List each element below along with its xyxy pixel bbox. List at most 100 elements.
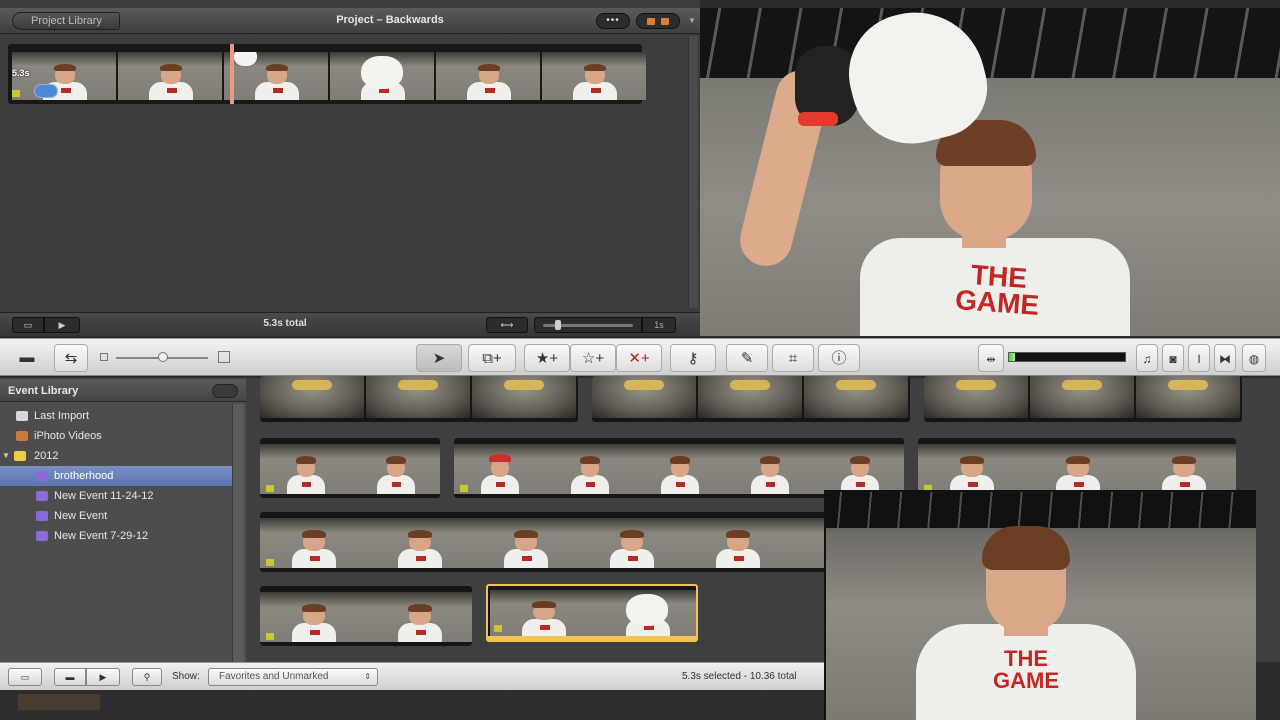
play-icon: ▶ <box>99 672 107 682</box>
chevron-down-icon[interactable]: ▼ <box>686 12 698 30</box>
music-browser-button[interactable]: ♫ <box>1136 344 1158 372</box>
event-library-toggle[interactable] <box>212 384 238 398</box>
swap-panes-button[interactable]: ⇆ <box>54 344 88 372</box>
library-event-brotherhood[interactable]: brotherhood <box>0 466 232 486</box>
library-item-iphoto-videos[interactable]: iPhoto Videos <box>0 426 232 446</box>
slider-knob[interactable] <box>158 352 168 362</box>
library-event-new-event-11-24-12[interactable]: New Event 11-24-12 <box>0 486 232 506</box>
project-scrollbar[interactable] <box>688 36 698 308</box>
reject-button[interactable]: ✕+ <box>616 344 662 372</box>
globe-icon: ◍ <box>1248 352 1260 366</box>
library-item-last-import[interactable]: Last Import <box>0 406 232 426</box>
disclosure-triangle-icon[interactable]: ▼ <box>2 446 10 466</box>
library-item-label: Last Import <box>34 410 90 422</box>
event-clip[interactable] <box>260 512 826 572</box>
inspector-button[interactable]: ⓘ <box>818 344 860 372</box>
info-icon: ⓘ <box>831 350 847 367</box>
clip-frame <box>366 376 470 418</box>
dock-item <box>18 694 100 710</box>
keyword-button[interactable]: ⚷ <box>670 344 716 372</box>
event-fullscreen-button[interactable]: ▭ <box>8 668 42 686</box>
playhead[interactable] <box>230 44 234 104</box>
project-zoom-slider[interactable] <box>534 317 642 333</box>
play-fullscreen-button[interactable]: ▭ <box>12 317 44 333</box>
clip-frame <box>804 376 908 418</box>
clip-frame <box>544 444 634 494</box>
clip-frame <box>684 518 790 568</box>
project-library-button[interactable]: Project Library <box>12 12 120 30</box>
project-filmstrip[interactable]: 5.3s <box>8 44 646 104</box>
event-library-title: Event Library <box>8 385 79 397</box>
wristband <box>798 112 838 126</box>
ceiling <box>700 8 1280 78</box>
library-event-new-event[interactable]: New Event <box>0 506 232 526</box>
play-selected-button[interactable]: ▶ <box>86 668 120 686</box>
x-plus-icon: ✕+ <box>628 350 650 367</box>
event-library-scrollbar[interactable] <box>232 404 244 662</box>
viewer[interactable]: THE GAME <box>700 8 1280 336</box>
slider-knob[interactable] <box>555 320 561 330</box>
fullscreen-icon: ▭ <box>20 672 30 682</box>
event-clip[interactable] <box>260 438 440 498</box>
select-tool-button[interactable]: ➤ <box>416 344 462 372</box>
clip-frame <box>698 376 802 418</box>
video-camera-icon <box>494 625 502 632</box>
event-clip[interactable] <box>260 586 472 646</box>
mark-favorite-button[interactable]: ★+ <box>524 344 570 372</box>
search-button[interactable]: ⚲ <box>132 668 162 686</box>
clip-frame <box>260 376 364 418</box>
camera-icon: ◙ <box>1169 352 1177 366</box>
theme-icon <box>647 18 655 25</box>
show-filter-select[interactable]: Favorites and Unmarked ⇕ <box>208 668 378 686</box>
small-frame-icon <box>100 353 108 361</box>
camera-import-button[interactable]: ▬ <box>10 344 44 372</box>
event-clip[interactable] <box>260 376 578 422</box>
audio-waveform-button[interactable]: ⟷ <box>486 317 528 333</box>
project-title: Project – Backwards <box>336 14 444 26</box>
project-total-duration: 5.3s total <box>263 318 307 329</box>
play-selected-fullscreen-button[interactable]: ▬ <box>54 668 86 686</box>
event-icon <box>36 491 48 501</box>
event-clip[interactable] <box>918 438 1236 498</box>
shirt-text: THE GAME <box>954 259 1041 321</box>
project-footer: ▭ ▶ 5.3s total ⟷ 1s <box>0 312 700 336</box>
project-options-button[interactable]: ••• <box>596 13 630 29</box>
large-frame-icon <box>218 351 230 363</box>
library-folder-2012[interactable]: ▼ 2012 <box>0 446 232 466</box>
event-clip[interactable] <box>592 376 910 422</box>
video-camera-icon <box>266 633 274 640</box>
library-item-label: 2012 <box>34 450 59 462</box>
play-project-button[interactable]: ▶ <box>44 317 80 333</box>
event-icon <box>36 531 48 541</box>
add-to-project-button[interactable]: ⧉+ <box>468 344 516 372</box>
event-icon <box>36 471 48 481</box>
clip-frame <box>472 518 578 568</box>
photo-browser-button[interactable]: ◙ <box>1162 344 1184 372</box>
audio-skimming-button[interactable]: ⇹ <box>978 344 1004 372</box>
project-theme-button[interactable] <box>636 13 680 29</box>
search-icon: ⚲ <box>143 672 151 682</box>
show-filter-value: Favorites and Unmarked <box>219 671 329 682</box>
thumbnail-size-slider[interactable] <box>98 351 236 365</box>
clip-frame <box>918 444 1024 494</box>
clip-frame <box>260 518 366 568</box>
maps-browser-button[interactable]: ◍ <box>1242 344 1266 372</box>
unmark-button[interactable]: ☆+ <box>570 344 616 372</box>
clip-action-badge[interactable] <box>34 84 58 98</box>
titles-browser-button[interactable]: I <box>1188 344 1210 372</box>
star-plus-icon: ★+ <box>535 350 559 367</box>
event-clip[interactable] <box>454 438 904 498</box>
project-zoom-value: 1s <box>642 317 676 333</box>
transitions-browser-button[interactable]: ⧓ <box>1214 344 1236 372</box>
selection-range-bar <box>488 636 696 640</box>
selection-status: 5.3s selected - 10.36 total <box>682 671 797 682</box>
library-event-new-event-7-29-12[interactable]: New Event 7-29-12 <box>0 526 232 546</box>
arrow-cursor-icon: ➤ <box>432 350 446 367</box>
clip-frame <box>1024 444 1130 494</box>
event-clip[interactable] <box>924 376 1242 422</box>
clip-frame <box>366 592 472 642</box>
selected-event-clip[interactable] <box>486 584 698 642</box>
crop-button[interactable]: ⌗ <box>772 344 814 372</box>
eyedropper-button[interactable]: ✎ <box>726 344 768 372</box>
shirt-text: THE GAME <box>993 646 1059 693</box>
